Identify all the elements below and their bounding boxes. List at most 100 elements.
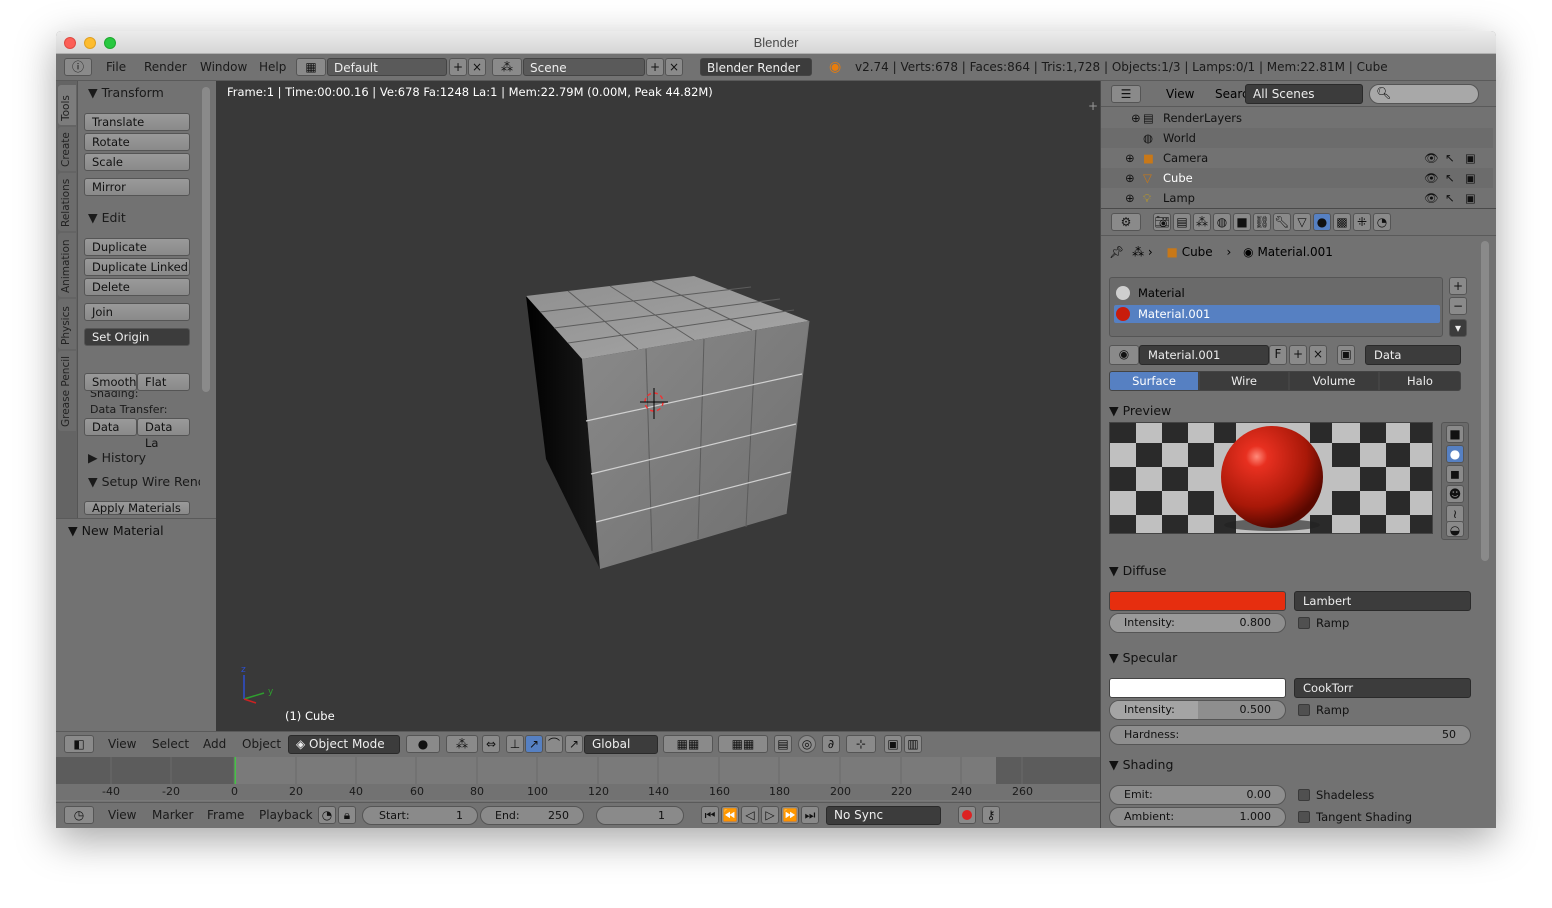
tab-animation[interactable]: Animation bbox=[58, 233, 76, 297]
cube-mesh[interactable]: y z + bbox=[216, 81, 1100, 731]
viewport-menu-select[interactable]: Select bbox=[152, 737, 189, 751]
layers-grid-2[interactable]: ▦▦ bbox=[718, 735, 768, 753]
scale-button[interactable]: Scale bbox=[84, 153, 190, 171]
tab-grease-pencil[interactable]: Grease Pencil bbox=[58, 351, 76, 431]
pin-icon[interactable]: 📌︎ bbox=[1109, 245, 1124, 259]
jump-keyframe-back-icon[interactable]: ⏪ bbox=[721, 806, 739, 824]
history-panel-header[interactable]: ▶ History bbox=[80, 448, 196, 468]
proportional-edit-icon[interactable]: ◎ bbox=[798, 735, 816, 753]
tangent-shading-checkbox[interactable] bbox=[1298, 811, 1310, 823]
viewport-plus-icon[interactable]: + bbox=[1088, 99, 1098, 113]
outliner-menu-view[interactable]: View bbox=[1166, 87, 1194, 101]
texture-context-icon[interactable]: ▩ bbox=[1333, 213, 1351, 231]
timeline-menu-view[interactable]: View bbox=[108, 808, 136, 822]
slot-specials-menu[interactable]: ▾ bbox=[1449, 319, 1467, 337]
local-view-icon[interactable]: ▤ bbox=[774, 735, 792, 753]
smooth-button[interactable]: Smooth bbox=[84, 373, 137, 391]
menu-help[interactable]: Help bbox=[259, 60, 286, 74]
browse-material-icon[interactable]: ◉ bbox=[1109, 345, 1139, 365]
transform-orientation-select[interactable]: Global bbox=[584, 735, 658, 754]
rotate-button[interactable]: Rotate bbox=[84, 133, 190, 151]
scene-context-icon[interactable]: ⁂ bbox=[1193, 213, 1211, 231]
snap-toggle-icon[interactable]: ∂ bbox=[822, 735, 840, 753]
modifiers-context-icon[interactable]: 🔧︎ bbox=[1273, 213, 1291, 231]
preview-flat-icon[interactable]: ■ bbox=[1446, 425, 1464, 443]
preview-sky-icon[interactable]: ◒ bbox=[1446, 521, 1464, 537]
render-layers-context-icon[interactable]: ▤ bbox=[1173, 213, 1191, 231]
translate-button[interactable]: Translate bbox=[84, 113, 190, 131]
duplicate-linked-button[interactable]: Duplicate Linked bbox=[84, 258, 190, 276]
editor-type-icon[interactable]: ⓘ bbox=[64, 58, 92, 76]
jump-end-icon[interactable]: ⏭ bbox=[801, 806, 819, 824]
opengl-anim-icon[interactable]: ▥ bbox=[904, 735, 922, 753]
data-layers-button[interactable]: Data La bbox=[137, 418, 190, 450]
tab-relations[interactable]: Relations bbox=[58, 173, 76, 231]
selectable-cursor-icon[interactable]: ↖ bbox=[1445, 188, 1455, 208]
render-engine-select[interactable]: Blender Render bbox=[700, 58, 812, 76]
mode-select[interactable]: ◈ Object Mode bbox=[288, 735, 400, 754]
properties-scrollbar[interactable] bbox=[1481, 241, 1489, 561]
unlink-material-button[interactable]: × bbox=[1309, 345, 1327, 365]
snap-element-icon[interactable]: ⊹ bbox=[846, 735, 876, 753]
visibility-eye-icon[interactable]: 👁︎ bbox=[1424, 188, 1439, 208]
outliner-editor-type-icon[interactable]: ☰ bbox=[1111, 85, 1141, 103]
scene-field[interactable]: Scene bbox=[523, 58, 645, 76]
end-frame-field[interactable]: End: 250 bbox=[480, 806, 584, 825]
manipulator-toggle-icon[interactable]: ⇔ bbox=[482, 735, 500, 753]
preview-sphere-icon[interactable]: ● bbox=[1446, 445, 1464, 463]
outliner-filter-select[interactable]: All Scenes bbox=[1245, 84, 1363, 104]
mirror-button[interactable]: Mirror bbox=[84, 178, 190, 196]
link-data-select[interactable]: Data bbox=[1365, 345, 1461, 365]
outliner-item-cube[interactable]: ⊕ ▽ Cube 👁︎ ↖ ▣ bbox=[1101, 168, 1493, 188]
preview-panel-header[interactable]: ▼ Preview bbox=[1109, 403, 1171, 418]
viewport-menu-view[interactable]: View bbox=[108, 737, 136, 751]
renderable-camera-icon[interactable]: ▣ bbox=[1465, 148, 1476, 168]
diffuse-intensity-slider[interactable]: Intensity: 0.800 bbox=[1109, 613, 1286, 633]
pivot-point-icon[interactable]: ⁂ bbox=[446, 735, 478, 753]
opengl-render-icon[interactable]: ▣ bbox=[884, 735, 902, 753]
viewport-menu-object[interactable]: Object bbox=[242, 737, 281, 751]
transform-tool-icon[interactable]: ↗ bbox=[565, 735, 583, 753]
add-layout-button[interactable]: + bbox=[449, 58, 467, 76]
fake-user-button[interactable]: F bbox=[1269, 345, 1287, 365]
timeline-menu-marker[interactable]: Marker bbox=[152, 808, 193, 822]
menu-render[interactable]: Render bbox=[144, 60, 187, 74]
tab-create[interactable]: Create bbox=[58, 127, 76, 171]
play-reverse-icon[interactable]: ◁ bbox=[741, 806, 759, 824]
selectable-cursor-icon[interactable]: ↖ bbox=[1445, 168, 1455, 188]
remove-scene-button[interactable]: × bbox=[665, 58, 683, 76]
constraints-context-icon[interactable]: ⛓︎ bbox=[1253, 213, 1271, 231]
current-frame-field[interactable]: 1 bbox=[596, 806, 684, 825]
zoom-window-button[interactable] bbox=[104, 37, 116, 49]
apply-materials-button[interactable]: Apply Materials bbox=[84, 501, 190, 515]
surface-tab[interactable]: Surface bbox=[1109, 371, 1199, 391]
timeline-menu-frame[interactable]: Frame bbox=[207, 808, 244, 822]
emit-slider[interactable]: Emit: 0.00 bbox=[1109, 785, 1286, 805]
duplicate-button[interactable]: Duplicate bbox=[84, 238, 190, 256]
particles-context-icon[interactable]: ⁜ bbox=[1353, 213, 1371, 231]
jump-keyframe-forward-icon[interactable]: ⏩ bbox=[781, 806, 799, 824]
minimize-window-button[interactable] bbox=[84, 37, 96, 49]
data-button[interactable]: Data bbox=[84, 418, 137, 436]
close-window-button[interactable] bbox=[64, 37, 76, 49]
sync-mode-select[interactable]: No Sync bbox=[826, 806, 941, 825]
translate-manipulator-icon[interactable]: ⊥ bbox=[506, 735, 524, 753]
delete-button[interactable]: Delete bbox=[84, 278, 190, 296]
outliner-item-world[interactable]: ◍ World bbox=[1101, 128, 1493, 148]
halo-tab[interactable]: Halo bbox=[1379, 371, 1461, 391]
keying-set-icon[interactable]: ⚷ bbox=[982, 806, 1000, 824]
new-material-header[interactable]: ▼ New Material bbox=[68, 523, 164, 538]
shading-panel-header[interactable]: ▼ Shading bbox=[1109, 757, 1173, 772]
diffuse-shader-select[interactable]: Lambert bbox=[1294, 591, 1471, 611]
timeline-ruler[interactable]: -40 -20 0 20 40 60 80 100 120 140 160 18… bbox=[56, 784, 1100, 800]
material-slot[interactable]: Material bbox=[1114, 284, 1440, 302]
scale-manipulator-icon[interactable]: ⌒ bbox=[545, 735, 563, 753]
play-icon[interactable]: ▷ bbox=[761, 806, 779, 824]
viewport-editor-type-icon[interactable]: ◧ bbox=[64, 735, 94, 753]
specular-shader-select[interactable]: CookTorr bbox=[1294, 678, 1471, 698]
screen-layout-icon[interactable]: ▦ bbox=[296, 58, 326, 76]
lock-range-icon[interactable]: 🔒︎ bbox=[338, 806, 356, 824]
preview-range-icon[interactable]: ◔ bbox=[318, 806, 336, 824]
diffuse-color-swatch[interactable] bbox=[1109, 591, 1286, 611]
physics-context-icon[interactable]: ◔ bbox=[1373, 213, 1391, 231]
